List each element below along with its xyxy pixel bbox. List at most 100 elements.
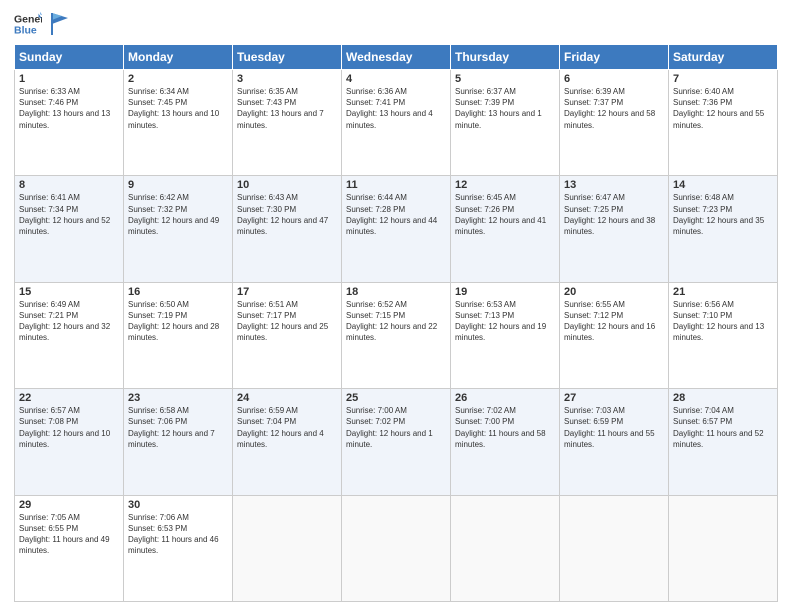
day-number: 12	[455, 179, 555, 191]
calendar-cell: 19 Sunrise: 6:53 AMSunset: 7:13 PMDaylig…	[451, 282, 560, 388]
weekday-header-sunday: Sunday	[15, 45, 124, 70]
calendar-cell: 18 Sunrise: 6:52 AMSunset: 7:15 PMDaylig…	[342, 282, 451, 388]
calendar-cell: 15 Sunrise: 6:49 AMSunset: 7:21 PMDaylig…	[15, 282, 124, 388]
top-section: General Blue	[14, 10, 778, 38]
cell-info: Sunrise: 6:39 AMSunset: 7:37 PMDaylight:…	[564, 87, 655, 130]
calendar-cell: 11 Sunrise: 6:44 AMSunset: 7:28 PMDaylig…	[342, 176, 451, 282]
calendar-cell: 4 Sunrise: 6:36 AMSunset: 7:41 PMDayligh…	[342, 70, 451, 176]
cell-info: Sunrise: 6:43 AMSunset: 7:30 PMDaylight:…	[237, 193, 328, 236]
weekday-header-row: SundayMondayTuesdayWednesdayThursdayFrid…	[15, 45, 778, 70]
day-number: 18	[346, 286, 446, 298]
cell-info: Sunrise: 6:53 AMSunset: 7:13 PMDaylight:…	[455, 300, 546, 343]
weekday-header-saturday: Saturday	[669, 45, 778, 70]
weekday-header-monday: Monday	[124, 45, 233, 70]
calendar-cell	[233, 495, 342, 601]
cell-info: Sunrise: 6:34 AMSunset: 7:45 PMDaylight:…	[128, 87, 219, 130]
day-number: 19	[455, 286, 555, 298]
cell-info: Sunrise: 6:49 AMSunset: 7:21 PMDaylight:…	[19, 300, 110, 343]
day-number: 27	[564, 392, 664, 404]
calendar-cell: 24 Sunrise: 6:59 AMSunset: 7:04 PMDaylig…	[233, 389, 342, 495]
calendar-cell: 17 Sunrise: 6:51 AMSunset: 7:17 PMDaylig…	[233, 282, 342, 388]
logo-flag-icon	[50, 13, 68, 35]
cell-info: Sunrise: 6:33 AMSunset: 7:46 PMDaylight:…	[19, 87, 110, 130]
cell-info: Sunrise: 7:04 AMSunset: 6:57 PMDaylight:…	[673, 406, 764, 449]
calendar-cell: 25 Sunrise: 7:00 AMSunset: 7:02 PMDaylig…	[342, 389, 451, 495]
day-number: 23	[128, 392, 228, 404]
cell-info: Sunrise: 6:42 AMSunset: 7:32 PMDaylight:…	[128, 193, 219, 236]
calendar-cell: 14 Sunrise: 6:48 AMSunset: 7:23 PMDaylig…	[669, 176, 778, 282]
day-number: 21	[673, 286, 773, 298]
day-number: 16	[128, 286, 228, 298]
calendar-cell: 10 Sunrise: 6:43 AMSunset: 7:30 PMDaylig…	[233, 176, 342, 282]
day-number: 7	[673, 73, 773, 85]
calendar-cell	[342, 495, 451, 601]
cell-info: Sunrise: 6:58 AMSunset: 7:06 PMDaylight:…	[128, 406, 215, 449]
weekday-header-friday: Friday	[560, 45, 669, 70]
calendar-cell: 8 Sunrise: 6:41 AMSunset: 7:34 PMDayligh…	[15, 176, 124, 282]
calendar-cell: 29 Sunrise: 7:05 AMSunset: 6:55 PMDaylig…	[15, 495, 124, 601]
calendar-cell: 22 Sunrise: 6:57 AMSunset: 7:08 PMDaylig…	[15, 389, 124, 495]
day-number: 11	[346, 179, 446, 191]
day-number: 1	[19, 73, 119, 85]
calendar-cell: 5 Sunrise: 6:37 AMSunset: 7:39 PMDayligh…	[451, 70, 560, 176]
day-number: 29	[19, 499, 119, 511]
svg-text:Blue: Blue	[14, 25, 37, 37]
calendar-cell: 27 Sunrise: 7:03 AMSunset: 6:59 PMDaylig…	[560, 389, 669, 495]
calendar-cell: 30 Sunrise: 7:06 AMSunset: 6:53 PMDaylig…	[124, 495, 233, 601]
day-number: 24	[237, 392, 337, 404]
day-number: 20	[564, 286, 664, 298]
cell-info: Sunrise: 6:59 AMSunset: 7:04 PMDaylight:…	[237, 406, 324, 449]
week-row-2: 8 Sunrise: 6:41 AMSunset: 7:34 PMDayligh…	[15, 176, 778, 282]
calendar-cell: 1 Sunrise: 6:33 AMSunset: 7:46 PMDayligh…	[15, 70, 124, 176]
calendar-cell: 9 Sunrise: 6:42 AMSunset: 7:32 PMDayligh…	[124, 176, 233, 282]
weekday-header-tuesday: Tuesday	[233, 45, 342, 70]
calendar-cell: 3 Sunrise: 6:35 AMSunset: 7:43 PMDayligh…	[233, 70, 342, 176]
day-number: 6	[564, 73, 664, 85]
weekday-header-thursday: Thursday	[451, 45, 560, 70]
calendar-cell: 12 Sunrise: 6:45 AMSunset: 7:26 PMDaylig…	[451, 176, 560, 282]
day-number: 4	[346, 73, 446, 85]
calendar-cell: 23 Sunrise: 6:58 AMSunset: 7:06 PMDaylig…	[124, 389, 233, 495]
cell-info: Sunrise: 6:45 AMSunset: 7:26 PMDaylight:…	[455, 193, 546, 236]
week-row-3: 15 Sunrise: 6:49 AMSunset: 7:21 PMDaylig…	[15, 282, 778, 388]
cell-info: Sunrise: 6:35 AMSunset: 7:43 PMDaylight:…	[237, 87, 324, 130]
cell-info: Sunrise: 6:52 AMSunset: 7:15 PMDaylight:…	[346, 300, 437, 343]
cell-info: Sunrise: 6:50 AMSunset: 7:19 PMDaylight:…	[128, 300, 219, 343]
day-number: 28	[673, 392, 773, 404]
cell-info: Sunrise: 7:05 AMSunset: 6:55 PMDaylight:…	[19, 513, 110, 556]
calendar-cell: 16 Sunrise: 6:50 AMSunset: 7:19 PMDaylig…	[124, 282, 233, 388]
day-number: 30	[128, 499, 228, 511]
day-number: 9	[128, 179, 228, 191]
calendar-cell: 21 Sunrise: 6:56 AMSunset: 7:10 PMDaylig…	[669, 282, 778, 388]
day-number: 2	[128, 73, 228, 85]
logo-icon: General Blue	[14, 10, 42, 38]
week-row-1: 1 Sunrise: 6:33 AMSunset: 7:46 PMDayligh…	[15, 70, 778, 176]
week-row-5: 29 Sunrise: 7:05 AMSunset: 6:55 PMDaylig…	[15, 495, 778, 601]
calendar-cell: 13 Sunrise: 6:47 AMSunset: 7:25 PMDaylig…	[560, 176, 669, 282]
calendar-cell: 26 Sunrise: 7:02 AMSunset: 7:00 PMDaylig…	[451, 389, 560, 495]
cell-info: Sunrise: 6:51 AMSunset: 7:17 PMDaylight:…	[237, 300, 328, 343]
page: General Blue SundayMondayTuesdayWednesda	[0, 0, 792, 612]
calendar-cell: 6 Sunrise: 6:39 AMSunset: 7:37 PMDayligh…	[560, 70, 669, 176]
day-number: 3	[237, 73, 337, 85]
calendar-cell	[560, 495, 669, 601]
cell-info: Sunrise: 7:06 AMSunset: 6:53 PMDaylight:…	[128, 513, 219, 556]
day-number: 22	[19, 392, 119, 404]
calendar-cell: 20 Sunrise: 6:55 AMSunset: 7:12 PMDaylig…	[560, 282, 669, 388]
cell-info: Sunrise: 6:57 AMSunset: 7:08 PMDaylight:…	[19, 406, 110, 449]
cell-info: Sunrise: 6:36 AMSunset: 7:41 PMDaylight:…	[346, 87, 433, 130]
cell-info: Sunrise: 6:55 AMSunset: 7:12 PMDaylight:…	[564, 300, 655, 343]
cell-info: Sunrise: 6:47 AMSunset: 7:25 PMDaylight:…	[564, 193, 655, 236]
day-number: 26	[455, 392, 555, 404]
cell-info: Sunrise: 6:41 AMSunset: 7:34 PMDaylight:…	[19, 193, 110, 236]
day-number: 15	[19, 286, 119, 298]
day-number: 10	[237, 179, 337, 191]
day-number: 13	[564, 179, 664, 191]
cell-info: Sunrise: 6:44 AMSunset: 7:28 PMDaylight:…	[346, 193, 437, 236]
week-row-4: 22 Sunrise: 6:57 AMSunset: 7:08 PMDaylig…	[15, 389, 778, 495]
day-number: 8	[19, 179, 119, 191]
calendar-cell: 2 Sunrise: 6:34 AMSunset: 7:45 PMDayligh…	[124, 70, 233, 176]
cell-info: Sunrise: 7:00 AMSunset: 7:02 PMDaylight:…	[346, 406, 433, 449]
svg-text:General: General	[14, 13, 42, 25]
day-number: 17	[237, 286, 337, 298]
